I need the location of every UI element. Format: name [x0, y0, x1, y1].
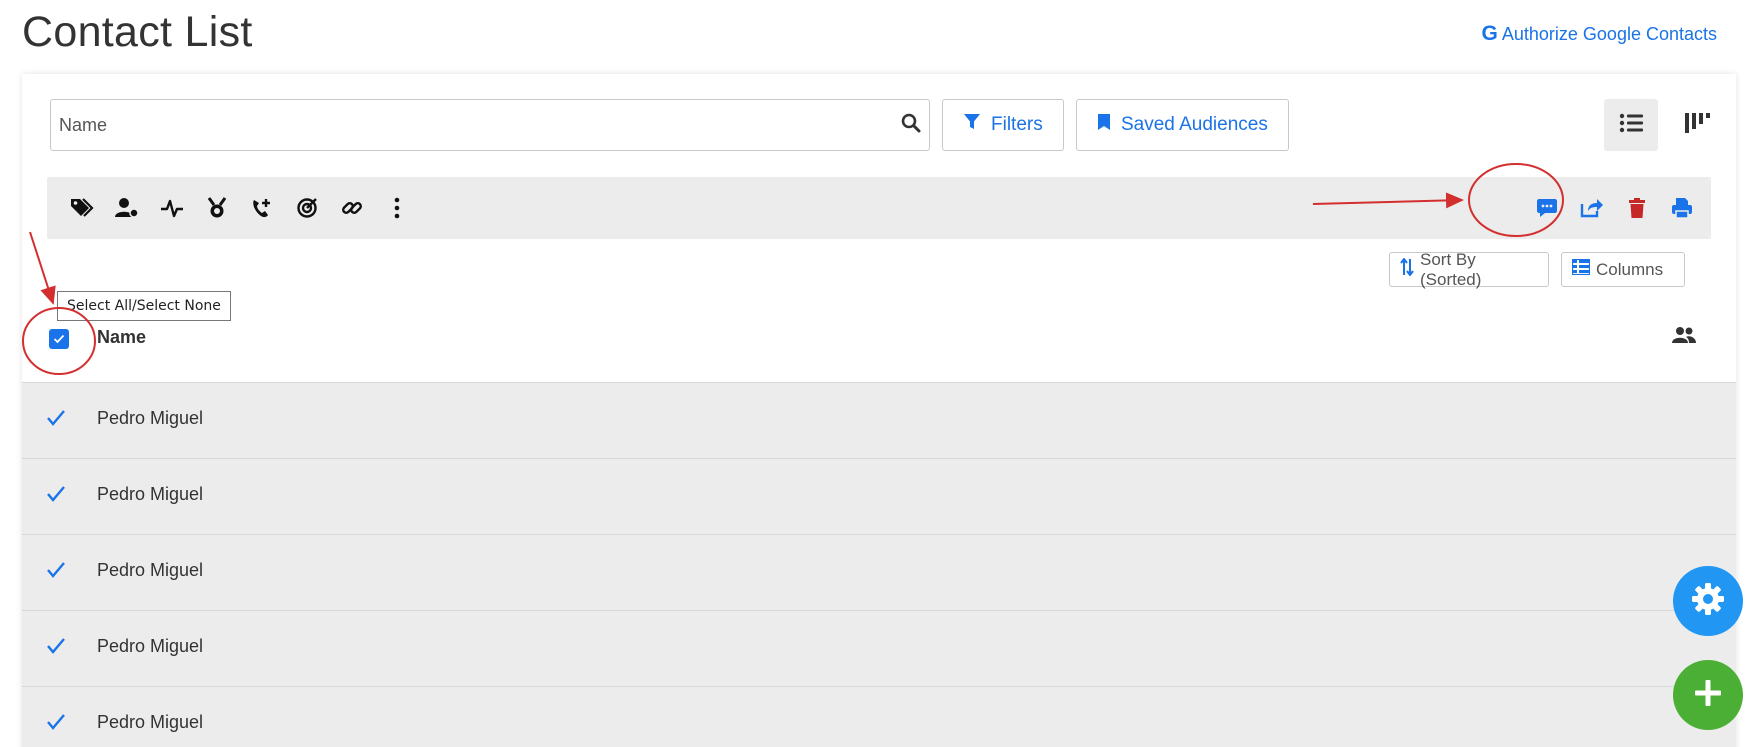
saved-audiences-label: Saved Audiences — [1121, 114, 1268, 135]
contact-name[interactable]: Pedro Miguel — [97, 484, 203, 505]
table-row[interactable]: Pedro Miguel — [22, 458, 1736, 534]
select-all-checkbox[interactable] — [49, 329, 69, 349]
table-row[interactable]: Pedro Miguel — [22, 534, 1736, 610]
search-input[interactable] — [59, 114, 901, 136]
table-row[interactable]: Pedro Miguel — [22, 686, 1736, 747]
search-icon[interactable] — [901, 113, 921, 138]
google-icon: G — [1481, 22, 1498, 45]
more-vertical-icon[interactable] — [382, 193, 412, 223]
table-row[interactable]: Pedro Miguel — [22, 610, 1736, 686]
contact-name[interactable]: Pedro Miguel — [97, 636, 203, 657]
select-all-tooltip: Select All/Select None — [57, 291, 231, 321]
message-icon[interactable] — [1532, 193, 1562, 223]
list-view-icon — [1619, 113, 1643, 138]
bookmark-icon — [1097, 113, 1111, 137]
contact-name[interactable]: Pedro Miguel — [97, 408, 203, 429]
add-contact-fab[interactable] — [1673, 660, 1743, 730]
contact-rows: Pedro Miguel Pedro Miguel Pedro Miguel P… — [22, 382, 1736, 747]
columns-button[interactable]: Columns — [1561, 252, 1685, 287]
name-column-header[interactable]: Name — [97, 327, 146, 348]
tag-icon[interactable] — [67, 193, 97, 223]
assign-user-icon[interactable] — [112, 193, 142, 223]
board-view-icon — [1684, 111, 1710, 140]
list-view-button[interactable] — [1604, 99, 1658, 151]
page-title: Contact List — [22, 8, 253, 56]
contact-name[interactable]: Pedro Miguel — [97, 712, 203, 733]
table-header: Name — [22, 306, 1736, 382]
row-check-icon[interactable] — [46, 561, 66, 584]
contact-name[interactable]: Pedro Miguel — [97, 560, 203, 581]
columns-icon — [1571, 258, 1591, 280]
share-icon[interactable] — [1577, 193, 1607, 223]
search-box — [50, 99, 930, 151]
sort-by-label: Sort By (Sorted) — [1420, 249, 1482, 289]
trash-icon[interactable] — [1622, 193, 1652, 223]
board-view-button[interactable] — [1670, 99, 1724, 151]
saved-audiences-button[interactable]: Saved Audiences — [1076, 99, 1289, 151]
table-row[interactable]: Pedro Miguel — [22, 382, 1736, 458]
sort-by-button[interactable]: Sort By (Sorted) — [1389, 249, 1549, 289]
gear-icon — [1691, 582, 1725, 621]
users-icon[interactable] — [1672, 326, 1696, 349]
sort-icon — [1400, 257, 1414, 281]
award-icon[interactable] — [202, 193, 232, 223]
columns-label: Columns — [1596, 259, 1664, 279]
row-check-icon[interactable] — [46, 485, 66, 508]
row-check-icon[interactable] — [46, 713, 66, 736]
filters-button[interactable]: Filters — [942, 99, 1064, 151]
target-icon[interactable] — [292, 193, 322, 223]
contact-list-card: Filters Saved Audiences — [22, 74, 1736, 747]
row-check-icon[interactable] — [46, 637, 66, 660]
activity-icon[interactable] — [157, 193, 187, 223]
print-icon[interactable] — [1667, 193, 1697, 223]
plus-icon — [1693, 678, 1723, 713]
settings-fab[interactable] — [1673, 566, 1743, 636]
authorize-google-contacts-link[interactable]: G Authorize Google Contacts — [1482, 22, 1717, 46]
link-icon[interactable] — [337, 193, 367, 223]
add-call-icon[interactable] — [247, 193, 277, 223]
row-check-icon[interactable] — [46, 409, 66, 432]
filter-icon — [963, 113, 981, 137]
authorize-google-contacts-label: Authorize Google Contacts — [1501, 23, 1717, 44]
filters-label: Filters — [991, 114, 1043, 135]
bulk-action-toolbar — [47, 177, 1711, 239]
